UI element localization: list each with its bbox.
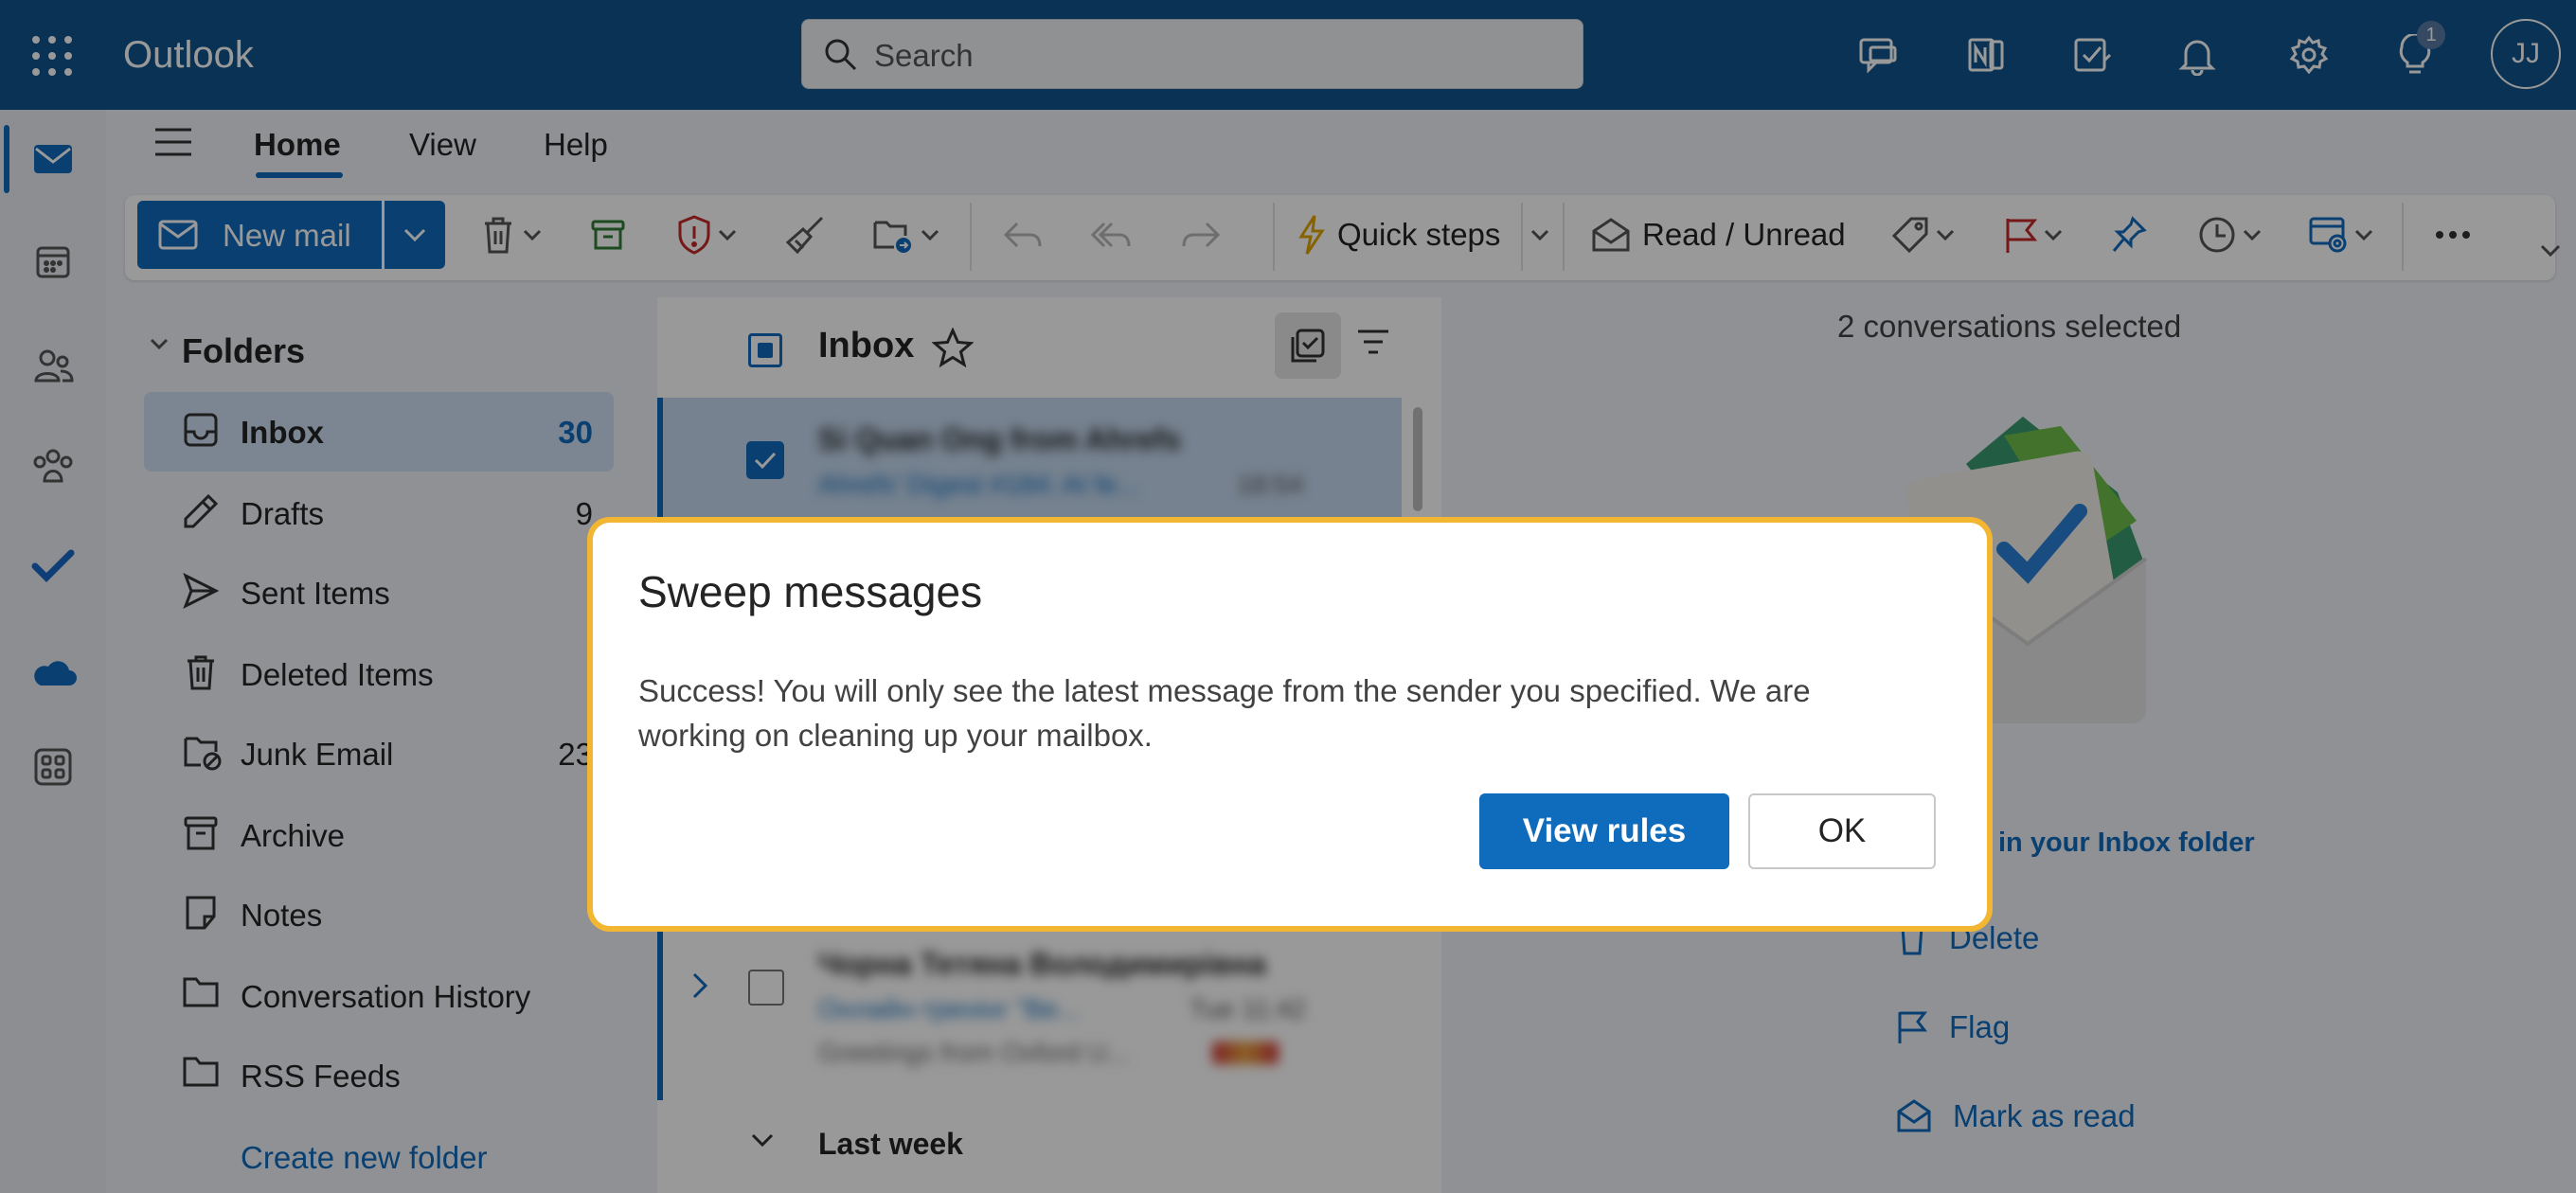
view-rules-button[interactable]: View rules xyxy=(1479,793,1729,869)
dialog-title: Sweep messages xyxy=(638,567,983,616)
ok-button[interactable]: OK xyxy=(1748,793,1936,869)
dialog-message: Success! You will only see the latest me… xyxy=(638,673,1811,753)
